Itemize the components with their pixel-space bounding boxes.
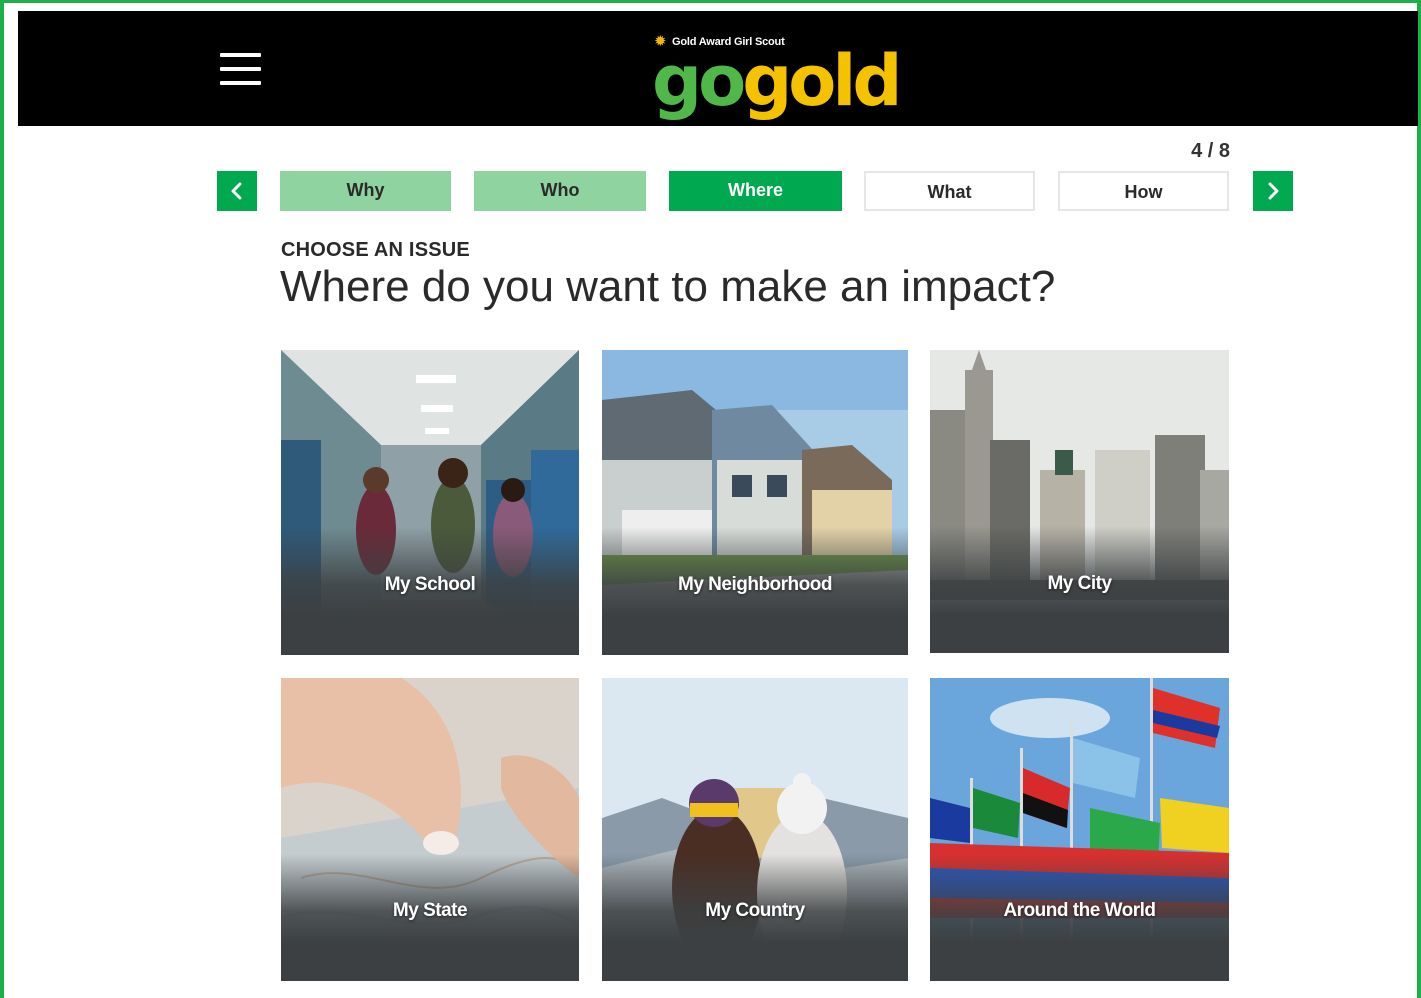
option-around-the-world[interactable]: Around the World: [930, 678, 1229, 981]
option-my-city[interactable]: My City: [930, 350, 1229, 653]
site-header: ✹ Gold Award Girl Scout gogold: [18, 11, 1418, 126]
section-eyebrow: CHOOSE AN ISSUE: [281, 239, 470, 261]
tab-where[interactable]: Where: [669, 171, 842, 211]
next-step-button[interactable]: [1253, 171, 1293, 211]
chevron-left-icon: [231, 182, 242, 200]
previous-step-button[interactable]: [217, 171, 257, 211]
option-label: Around the World: [1003, 900, 1156, 921]
tab-how[interactable]: How: [1058, 171, 1229, 211]
option-my-school[interactable]: My School: [281, 350, 579, 655]
page-title: Where do you want to make an impact?: [280, 262, 1056, 311]
step-counter: 4 / 8: [1191, 140, 1230, 162]
chevron-right-icon: [1268, 182, 1279, 200]
hamburger-menu-icon[interactable]: [220, 53, 261, 87]
tab-why[interactable]: Why: [280, 171, 451, 211]
option-label: My Neighborhood: [678, 574, 832, 595]
option-label: My School: [384, 574, 476, 595]
option-label: My State: [392, 900, 468, 921]
logo-wordmark: gogold: [652, 40, 903, 122]
option-my-state[interactable]: My State: [281, 678, 579, 981]
tab-what[interactable]: What: [864, 171, 1035, 211]
option-my-country[interactable]: My Country: [602, 678, 908, 981]
gogold-logo[interactable]: ✹ Gold Award Girl Scout gogold: [650, 27, 903, 121]
option-my-neighborhood[interactable]: My Neighborhood: [602, 350, 908, 655]
option-label: My City: [1047, 573, 1112, 594]
tab-who[interactable]: Who: [474, 171, 646, 211]
option-label: My Country: [705, 900, 805, 921]
